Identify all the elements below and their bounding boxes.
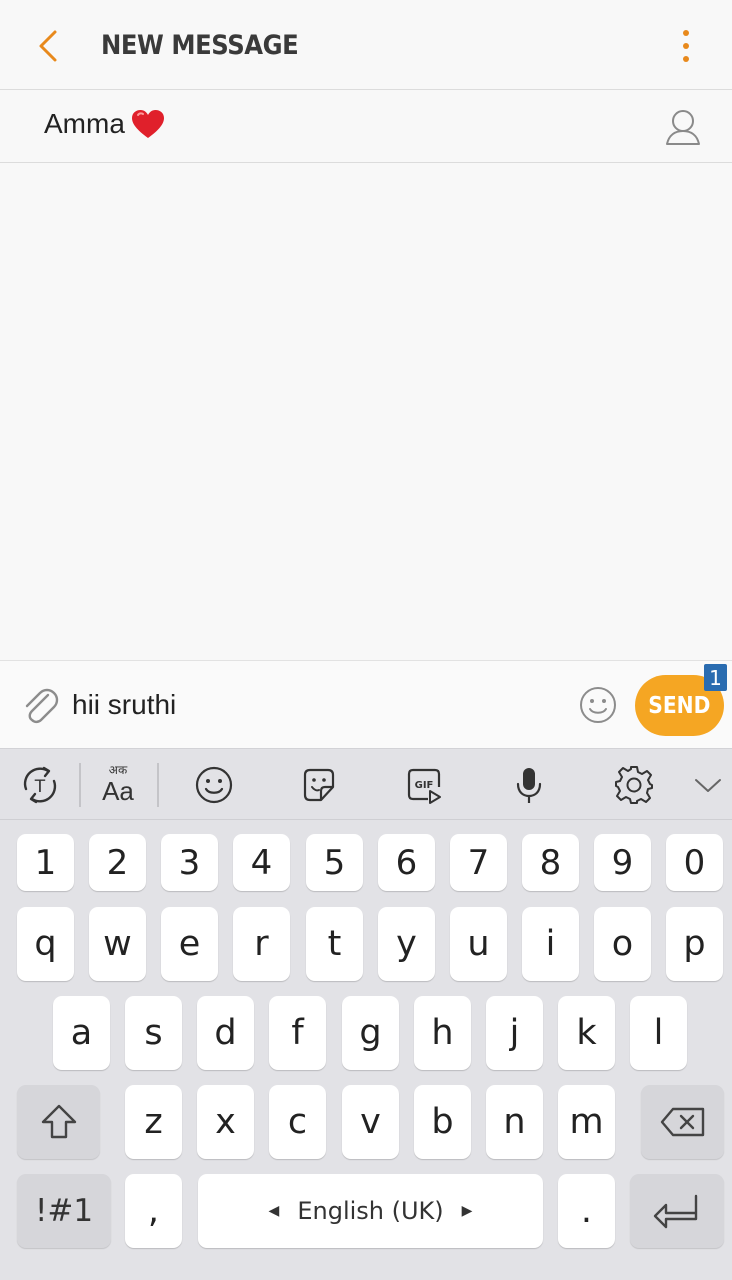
period-key[interactable]: . — [558, 1174, 615, 1248]
space-key[interactable]: ◀ English (UK) ▶ — [198, 1174, 543, 1248]
key-p[interactable]: p — [666, 907, 723, 981]
keyboard-settings-button[interactable] — [610, 761, 658, 809]
chevron-left-icon — [39, 30, 57, 62]
recipient-row[interactable]: Amma — [0, 90, 732, 163]
emoji-icon — [195, 766, 233, 804]
key-3[interactable]: 3 — [161, 834, 218, 891]
attach-button[interactable] — [18, 683, 62, 727]
conversation-area — [0, 164, 732, 660]
key-7[interactable]: 7 — [450, 834, 507, 891]
emoji-button[interactable] — [578, 685, 618, 725]
keyboard-toolbar: T अक Aa GIF — [0, 748, 732, 820]
contact-picker-button[interactable] — [660, 104, 706, 155]
smiley-icon — [580, 687, 616, 723]
microphone-icon — [516, 768, 542, 803]
language-prev-icon: ◀ — [268, 1203, 280, 1219]
sticker-button[interactable] — [295, 761, 343, 809]
back-button[interactable] — [30, 26, 66, 66]
recipient-chip[interactable]: Amma — [44, 108, 165, 140]
key-w[interactable]: w — [89, 907, 146, 981]
key-z[interactable]: z — [125, 1085, 182, 1159]
language-next-icon: ▶ — [461, 1203, 473, 1219]
emoji-keyboard-button[interactable] — [190, 761, 238, 809]
key-e[interactable]: e — [161, 907, 218, 981]
key-c[interactable]: c — [269, 1085, 326, 1159]
send-label: SEND — [648, 692, 711, 719]
text-prediction-button[interactable]: T — [16, 761, 64, 809]
recipient-name: Amma — [44, 108, 125, 139]
more-options-button[interactable] — [668, 24, 704, 68]
key-b[interactable]: b — [414, 1085, 471, 1159]
sticker-icon — [303, 768, 335, 802]
key-8[interactable]: 8 — [522, 834, 579, 891]
gif-button[interactable]: GIF — [400, 761, 448, 809]
key-q[interactable]: q — [17, 907, 74, 981]
collapse-toolbar-button[interactable] — [684, 761, 732, 809]
key-h[interactable]: h — [414, 996, 471, 1070]
backspace-icon — [660, 1107, 704, 1137]
key-l[interactable]: l — [630, 996, 687, 1070]
key-j[interactable]: j — [486, 996, 543, 1070]
key-x[interactable]: x — [197, 1085, 254, 1159]
key-i[interactable]: i — [522, 907, 579, 981]
message-input[interactable] — [72, 683, 562, 727]
compose-bar: SEND — [0, 660, 732, 748]
key-f[interactable]: f — [269, 996, 326, 1070]
key-a[interactable]: a — [53, 996, 110, 1070]
settings-gear-icon — [615, 766, 653, 804]
key-s[interactable]: s — [125, 996, 182, 1070]
key-6[interactable]: 6 — [378, 834, 435, 891]
key-n[interactable]: n — [486, 1085, 543, 1159]
key-v[interactable]: v — [342, 1085, 399, 1159]
key-k[interactable]: k — [558, 996, 615, 1070]
key-d[interactable]: d — [197, 996, 254, 1070]
key-0[interactable]: 0 — [666, 834, 723, 891]
language-aa-button[interactable]: अक Aa — [96, 763, 140, 805]
heart-icon — [131, 110, 164, 138]
toolbar-divider — [157, 763, 159, 807]
key-u[interactable]: u — [450, 907, 507, 981]
comma-key[interactable]: , — [125, 1174, 182, 1248]
key-y[interactable]: y — [378, 907, 435, 981]
key-1[interactable]: 1 — [17, 834, 74, 891]
space-label: English (UK) — [297, 1197, 444, 1225]
enter-key[interactable] — [630, 1174, 724, 1248]
enter-return-icon — [653, 1194, 698, 1229]
more-vertical-icon — [683, 30, 689, 36]
key-o[interactable]: o — [594, 907, 651, 981]
key-m[interactable]: m — [558, 1085, 615, 1159]
sim-badge: 1 — [704, 664, 727, 691]
aa-big-label: Aa — [102, 776, 134, 806]
collapse-chevron-icon — [695, 779, 721, 792]
key-g[interactable]: g — [342, 996, 399, 1070]
page-title: NEW MESSAGE — [101, 30, 299, 61]
person-outline-icon — [666, 110, 700, 145]
backspace-key[interactable] — [641, 1085, 724, 1159]
aa-small-label: अक — [108, 763, 128, 777]
symbols-key[interactable]: !#1 — [17, 1174, 111, 1248]
key-4[interactable]: 4 — [233, 834, 290, 891]
svg-text:T: T — [34, 777, 46, 797]
shift-key[interactable] — [17, 1085, 100, 1159]
paperclip-icon — [25, 688, 59, 724]
shift-arrow-icon — [41, 1104, 76, 1139]
key-r[interactable]: r — [233, 907, 290, 981]
svg-text:GIF: GIF — [415, 780, 434, 791]
app-header: NEW MESSAGE — [0, 0, 732, 90]
key-2[interactable]: 2 — [89, 834, 146, 891]
key-5[interactable]: 5 — [306, 834, 363, 891]
keyboard: 1 2 3 4 5 6 7 8 9 0 q w e r t y u i o p … — [0, 820, 732, 1280]
text-prediction-icon: T — [23, 766, 57, 804]
key-t[interactable]: t — [306, 907, 363, 981]
voice-input-button[interactable] — [505, 761, 553, 809]
key-9[interactable]: 9 — [594, 834, 651, 891]
toolbar-divider — [79, 763, 81, 807]
gif-icon: GIF — [407, 768, 441, 804]
